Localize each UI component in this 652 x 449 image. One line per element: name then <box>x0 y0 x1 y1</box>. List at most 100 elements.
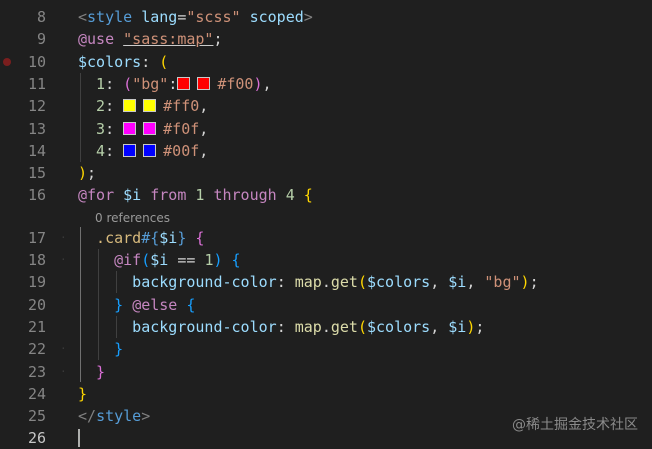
code-text[interactable]: } <box>78 361 105 383</box>
code-token: #{ <box>141 228 160 247</box>
code-token: : <box>141 52 160 71</box>
code-text[interactable]: $colors: ( <box>78 51 168 73</box>
codelens-references[interactable]: 0 references <box>95 209 170 227</box>
code-text[interactable]: </style> <box>78 405 150 427</box>
code-token: style <box>87 8 133 26</box>
code-line[interactable]: 12 2: #ff0, <box>0 95 652 117</box>
code-line[interactable]: 11 1: ("bg": #f00), <box>0 73 652 95</box>
code-token: ; <box>213 30 223 49</box>
code-token: .card <box>78 228 142 247</box>
code-token: @else <box>132 295 178 314</box>
code-text[interactable]: 4: #00f, <box>78 140 208 162</box>
line-number: 15 <box>27 164 46 183</box>
code-text[interactable]: <style lang="scss" scoped> <box>78 6 313 28</box>
code-text[interactable]: @if($i == 1) { <box>78 249 240 271</box>
code-text[interactable]: 3: #f0f, <box>78 118 208 140</box>
code-text[interactable]: @use "sass:map"; <box>78 28 223 50</box>
code-token: #f00 <box>217 74 254 93</box>
code-editor[interactable]: 8 <style lang="scss" scoped> 9 @use "sass:m… <box>0 0 652 449</box>
code-token: #f0f <box>163 119 200 138</box>
line-number: 8 <box>36 8 46 26</box>
code-token: </ <box>78 407 97 426</box>
code-text[interactable]: } @else { <box>78 294 195 316</box>
code-token: , <box>430 317 449 336</box>
code-line[interactable]: 10 $colors: ( <box>0 51 652 73</box>
line-number: 20 <box>27 295 46 314</box>
code-line[interactable]: 8 <style lang="scss" scoped> <box>0 6 652 28</box>
indent-guide <box>98 249 100 361</box>
code-text[interactable]: } <box>78 338 123 360</box>
code-token: map <box>294 317 322 336</box>
code-token: ( <box>123 74 133 93</box>
code-token: $colors <box>367 317 431 336</box>
code-token: } <box>78 384 88 403</box>
code-text[interactable]: } <box>78 383 87 405</box>
indent-guide <box>116 271 118 294</box>
code-token: : <box>276 273 295 292</box>
code-text[interactable]: ); <box>78 162 96 184</box>
code-token: @use <box>78 30 115 49</box>
line-number: 23 <box>27 362 46 381</box>
code-line[interactable]: 14 4: #00f, <box>0 140 652 162</box>
code-token: from <box>150 186 187 205</box>
code-line[interactable]: 23 } <box>0 361 652 383</box>
code-token: : <box>168 74 178 93</box>
code-token: scoped <box>249 8 304 26</box>
code-token: > <box>303 8 313 26</box>
code-token: ( <box>357 273 367 292</box>
code-token: , <box>466 273 485 292</box>
color-swatch-icon[interactable] <box>123 99 137 113</box>
code-token: ( <box>141 251 151 269</box>
code-token: map <box>294 273 322 292</box>
code-line[interactable]: 15); <box>0 162 652 184</box>
color-swatch-icon[interactable] <box>123 143 137 157</box>
fold-marker-icon[interactable]: · <box>60 338 67 360</box>
fold-marker-icon[interactable]: · <box>60 249 67 271</box>
code-token: $colors <box>367 273 431 292</box>
color-swatch-icon[interactable] <box>123 121 137 135</box>
line-number: 12 <box>27 97 46 116</box>
line-number: 22 <box>27 340 46 359</box>
code-text[interactable]: 2: #ff0, <box>78 95 208 117</box>
line-number: 13 <box>27 119 46 138</box>
code-token: 3 <box>78 119 106 138</box>
color-swatch-icon[interactable] <box>143 143 157 157</box>
line-number: 24 <box>27 384 46 403</box>
code-token: 2 <box>78 97 106 116</box>
code-token: ) <box>213 251 223 269</box>
color-swatch-icon[interactable] <box>143 99 157 113</box>
code-text[interactable]: 1: ("bg": #f00), <box>78 73 271 95</box>
line-number: 25 <box>27 407 46 426</box>
code-token: , <box>199 119 209 138</box>
code-token: 4 <box>78 141 106 160</box>
code-token: @if <box>78 251 142 269</box>
color-swatch-icon[interactable] <box>177 76 191 90</box>
code-token: : <box>105 141 124 160</box>
code-token: , <box>199 97 209 116</box>
code-token: $i <box>448 317 467 336</box>
code-text[interactable]: @for $i from 1 through 4 { <box>78 184 313 206</box>
code-line[interactable]: 9 @use "sass:map"; <box>0 28 652 50</box>
code-token: == <box>168 251 205 269</box>
code-text[interactable]: background-color: map.get($colors, $i); <box>78 316 484 338</box>
code-text[interactable]: .card#{$i} { <box>78 227 204 249</box>
color-swatch-icon[interactable] <box>197 76 211 90</box>
code-line[interactable]: 16 @for $i from 1 through 4 { <box>0 184 652 206</box>
color-swatch-icon[interactable] <box>143 121 157 135</box>
indent-guide <box>80 72 81 162</box>
code-token: #00f <box>163 141 200 160</box>
line-number: 11 <box>27 74 46 93</box>
code-token: } <box>78 340 124 359</box>
code-line[interactable]: 17 .card#{$i} { <box>0 227 652 249</box>
fold-marker-icon[interactable]: · <box>60 361 67 383</box>
line-number: 18 <box>27 251 46 269</box>
code-token: ( <box>159 52 169 71</box>
code-line[interactable]: 24} <box>0 383 652 405</box>
fold-marker-icon[interactable]: · <box>60 227 67 249</box>
code-line[interactable]: 13 3: #f0f, <box>0 118 652 140</box>
code-text[interactable]: background-color: map.get($colors, $i, "… <box>78 271 538 293</box>
